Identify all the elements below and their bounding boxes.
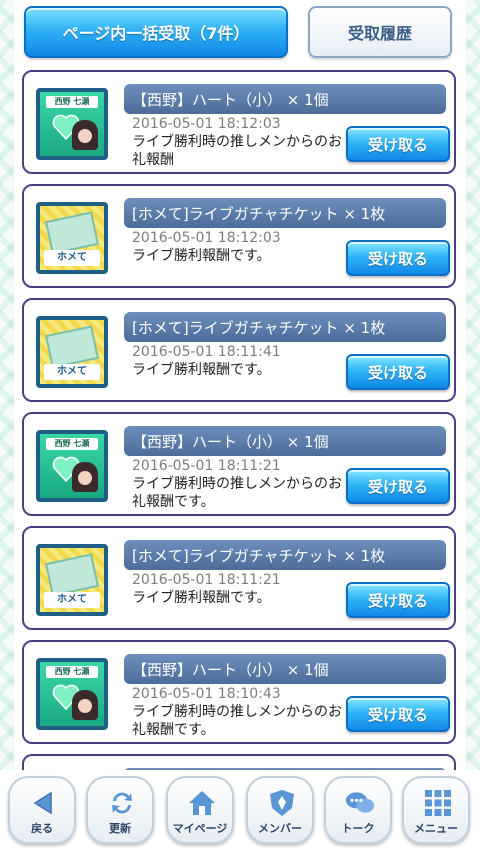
heart-item-thumbnail: 西野 七瀬 (36, 658, 108, 730)
item-description: ライブ勝利報酬です。 (132, 362, 271, 378)
gift-card: ホメて [ホメて]ライブガチャチケット × 1枚 2016-05-01 18:1… (22, 526, 456, 630)
member-portrait (72, 690, 98, 720)
nav-back-button[interactable]: 戻る (8, 776, 76, 844)
ticket-bill-icon (44, 325, 100, 369)
ticket-bill-icon (44, 211, 100, 255)
nav-mypage-button[interactable]: マイページ (166, 776, 234, 844)
ticket-item-thumbnail: ホメて (36, 202, 108, 274)
gift-card: ホメて [ホメて]ライブガチャチケット × 1枚 2016-05-01 18:1… (22, 184, 456, 288)
nav-member-button[interactable]: メンバー (246, 776, 314, 844)
nav-mypage-label: マイページ (172, 822, 228, 835)
top-action-bar: ページ内一括受取（7件） 受取履歴 (24, 6, 452, 60)
receive-button[interactable]: 受け取る (346, 582, 450, 618)
gift-card: ホメて [ホメて]ライブガチャチケット × 1枚 2016-05-01 18:1… (22, 298, 456, 402)
receive-history-button[interactable]: 受取履歴 (308, 6, 452, 58)
nav-talk-button[interactable]: トーク (324, 776, 392, 844)
receive-button[interactable]: 受け取る (346, 126, 450, 162)
receive-button[interactable]: 受け取る (346, 240, 450, 276)
gift-card: 西野 七瀬 【西野】ハート（小） × 1個 2016-05-01 18:10:4… (22, 640, 456, 744)
item-title: [ホメて]ライブガチャチケット × 1枚 (124, 312, 446, 342)
ticket-item-thumbnail: ホメて (36, 316, 108, 388)
nav-menu-label: メニュー (414, 822, 458, 835)
item-description: ライブ勝利時の推しメンからのお礼報酬です。 (132, 704, 342, 738)
heart-item-thumbnail: 西野 七瀬 (36, 430, 108, 502)
item-title: [ホメて]ライブガチャチケット × 1枚 (124, 540, 446, 570)
nav-refresh-button[interactable]: 更新 (86, 776, 154, 844)
back-arrow-icon (29, 788, 59, 818)
home-icon (187, 788, 217, 818)
item-date: 2016-05-01 18:11:21 (132, 572, 281, 588)
member-name-tag: 西野 七瀬 (46, 666, 98, 678)
gift-card: 西野 七瀬 【西野】ハート（小） × 1個 2016-05-01 18:11:2… (22, 412, 456, 516)
menu-grid-icon (423, 788, 453, 818)
ticket-item-thumbnail: ホメて (36, 544, 108, 616)
chat-bubble-icon (345, 788, 375, 818)
member-portrait (72, 120, 98, 150)
item-description: ライブ勝利報酬です。 (132, 590, 271, 606)
nav-talk-label: トーク (341, 822, 375, 835)
item-date: 2016-05-01 18:10:43 (132, 686, 281, 702)
item-title: [ホメて]ライブガチャチケット × 1枚 (124, 198, 446, 228)
receive-button[interactable]: 受け取る (346, 468, 450, 504)
item-date: 2016-05-01 18:11:21 (132, 458, 281, 474)
member-shield-icon (267, 788, 297, 818)
gift-card: 西野 七瀬 【西野】ハート（小） × 1個 2016-05-01 18:12:0… (22, 70, 456, 174)
ticket-label: ホメて (44, 250, 100, 266)
ticket-bill-icon (44, 553, 100, 597)
item-description: ライブ勝利報酬です。 (132, 248, 271, 264)
nav-back-label: 戻る (31, 822, 53, 835)
receive-button[interactable]: 受け取る (346, 354, 450, 390)
ticket-label: ホメて (44, 364, 100, 380)
refresh-icon (107, 788, 137, 818)
nav-menu-button[interactable]: メニュー (402, 776, 470, 844)
item-title: 【西野】ハート（小） × 1個 (124, 84, 446, 114)
item-description: ライブ勝利時の推しメンからのお礼報酬です。 (132, 476, 342, 510)
item-title: 【西野】ハート（小） × 1個 (124, 654, 446, 684)
bottom-navigation: 戻る 更新 マイページ メンバー トーク メニュー (0, 770, 480, 852)
nav-member-label: メンバー (258, 822, 302, 835)
heart-item-thumbnail: 西野 七瀬 (36, 88, 108, 160)
item-date: 2016-05-01 18:11:41 (132, 344, 281, 360)
item-date: 2016-05-01 18:12:03 (132, 116, 281, 132)
member-portrait (72, 462, 98, 492)
nav-refresh-label: 更新 (109, 822, 131, 835)
member-name-tag: 西野 七瀬 (46, 96, 98, 108)
ticket-label: ホメて (44, 592, 100, 608)
member-name-tag: 西野 七瀬 (46, 438, 98, 450)
bulk-receive-button[interactable]: ページ内一括受取（7件） (24, 6, 288, 58)
receive-button[interactable]: 受け取る (346, 696, 450, 732)
item-description: ライブ勝利時の推しメンからのお礼報酬 (132, 134, 342, 168)
item-date: 2016-05-01 18:12:03 (132, 230, 281, 246)
item-title: 【西野】ハート（小） × 1個 (124, 426, 446, 456)
